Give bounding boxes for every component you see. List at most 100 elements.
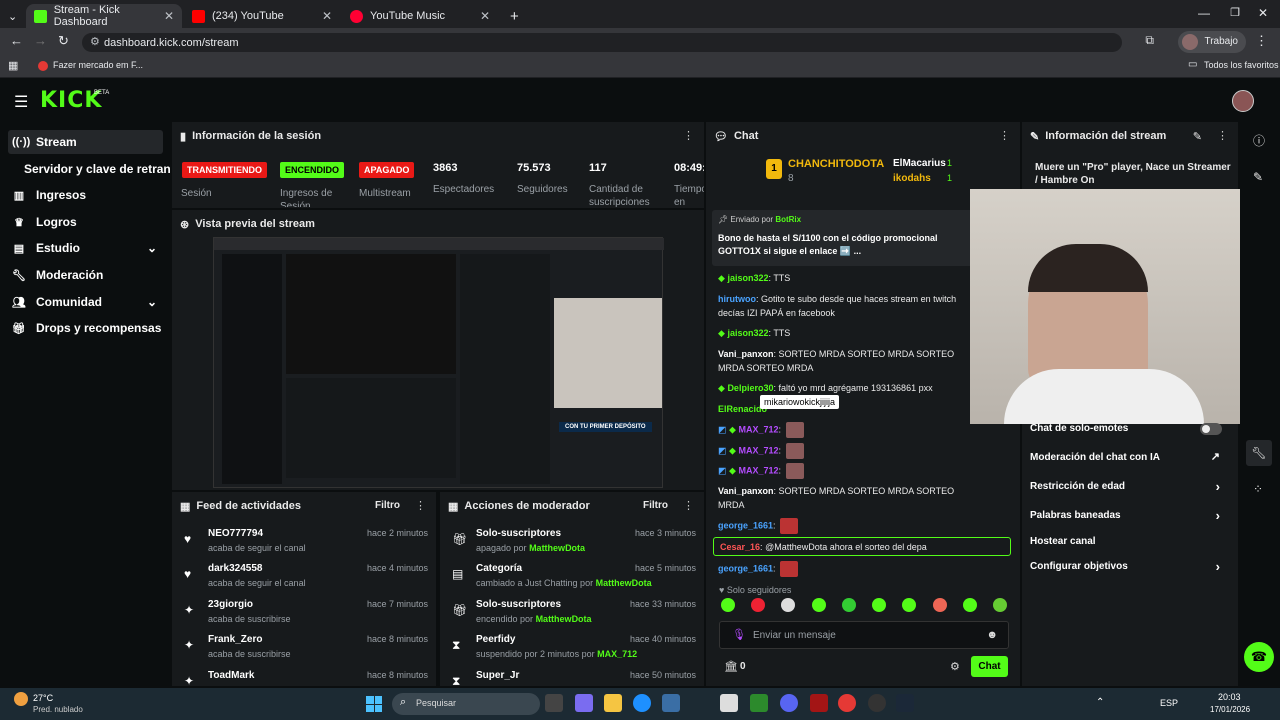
action-by[interactable]: MatthewDota: [529, 543, 585, 553]
sidebar-item-comunidad[interactable]: 👥︎ Comunidad ⌄: [8, 290, 163, 314]
send-chat-button[interactable]: Chat: [971, 656, 1008, 677]
menu-kebab-icon[interactable]: ⋮: [999, 129, 1010, 142]
chat-username[interactable]: Delpiero30: [727, 383, 773, 393]
user-avatar[interactable]: [1232, 90, 1254, 112]
pencil-icon[interactable]: ✎: [1253, 170, 1263, 184]
tab-kick-dashboard[interactable]: Stream - Kick Dashboard ✕: [26, 4, 182, 28]
reload-icon[interactable]: ↻: [58, 33, 69, 49]
back-icon[interactable]: ←: [10, 33, 23, 48]
setting-goals[interactable]: Configurar objetivos ›: [1030, 559, 1230, 574]
points-icon[interactable]: 🏛︎: [724, 660, 738, 673]
microphone-icon[interactable]: 🎙︎: [732, 628, 746, 641]
tab-youtube-music[interactable]: YouTube Music ✕: [342, 4, 498, 28]
url-bar[interactable]: ⚙ dashboard.kick.com/stream: [82, 33, 1122, 52]
apps-grid-icon[interactable]: ▦: [8, 59, 18, 72]
action-by[interactable]: MAX_712: [597, 649, 637, 659]
filter-button[interactable]: Filtro: [643, 500, 668, 511]
setting-age-restriction[interactable]: Restricción de edad ›: [1030, 479, 1230, 494]
chrome-icon[interactable]: [838, 694, 856, 712]
sidebar-item-estudio[interactable]: ▤ Estudio ⌄: [8, 236, 163, 260]
action-by[interactable]: MatthewDota: [536, 614, 592, 624]
activity-user[interactable]: NEO777794: [208, 528, 263, 539]
sidebar-item-ingresos[interactable]: ▥ Ingresos: [8, 183, 163, 207]
copilot-icon[interactable]: [575, 694, 593, 712]
toggle-switch[interactable]: [1200, 423, 1222, 435]
setting-host-channel[interactable]: Hostear canal: [1030, 536, 1230, 547]
apps-icon[interactable]: ⁘: [1253, 482, 1263, 496]
menu-kebab-icon[interactable]: ⋮: [1217, 129, 1228, 142]
chat-username[interactable]: george_1661: [718, 520, 773, 530]
stream-video-preview[interactable]: CON TU PRIMER DEPÓSITO: [213, 237, 664, 488]
filter-button[interactable]: Filtro: [375, 500, 400, 511]
sidebar-item-drops[interactable]: 🎁︎ Drops y recompensas: [8, 316, 163, 340]
clock-date[interactable]: 17/01/2026: [1210, 705, 1250, 714]
steam-icon[interactable]: [896, 694, 914, 712]
setting-ai-moderation[interactable]: Moderación del chat con IA ↗: [1030, 451, 1230, 463]
app-icon[interactable]: [750, 694, 768, 712]
emoji-icon[interactable]: ☻: [986, 629, 998, 641]
gifter-name[interactable]: ElMacarius: [893, 158, 946, 169]
extensions-icon[interactable]: ⧉: [1145, 33, 1154, 48]
menu-kebab-icon[interactable]: ⋮: [415, 499, 426, 512]
minimize-icon[interactable]: —: [1198, 6, 1210, 20]
forward-icon[interactable]: →: [34, 33, 47, 48]
hamburger-menu-icon[interactable]: ☰: [14, 92, 28, 112]
profile-button[interactable]: Trabajo: [1178, 31, 1246, 53]
discord-icon[interactable]: [780, 694, 798, 712]
activity-user[interactable]: Frank_Zero: [208, 634, 262, 645]
all-bookmarks[interactable]: Todos los favoritos: [1204, 60, 1279, 70]
activity-user[interactable]: ToadMark: [208, 670, 255, 681]
chat-username[interactable]: MAX_712: [738, 445, 778, 455]
edge-icon[interactable]: [633, 694, 651, 712]
sidebar-item-stream[interactable]: ((·)) Stream: [8, 130, 163, 154]
language-indicator[interactable]: ESP: [1160, 698, 1178, 708]
chat-username[interactable]: MAX_712: [738, 424, 778, 434]
tab-youtube[interactable]: (234) YouTube ✕: [184, 4, 340, 28]
sidebar-item-moderacion[interactable]: 🔧︎ Moderación: [8, 263, 163, 287]
emote-icon[interactable]: [872, 598, 887, 612]
info-icon[interactable]: ⓘ: [1253, 132, 1265, 149]
emote-icon[interactable]: [781, 598, 796, 612]
tray-chevron-icon[interactable]: ⌃: [1096, 697, 1104, 708]
app-icon[interactable]: [810, 694, 828, 712]
app-icon[interactable]: [720, 694, 738, 712]
chat-username[interactable]: Cesar_16: [720, 542, 760, 552]
store-icon[interactable]: [662, 694, 680, 712]
close-icon[interactable]: ✕: [164, 9, 174, 23]
settings-gear-icon[interactable]: ⚙: [950, 660, 960, 673]
chat-username[interactable]: Vani_panxon: [718, 349, 774, 359]
menu-kebab-icon[interactable]: ⋮: [683, 499, 694, 512]
sidebar-item-logros[interactable]: ♛ Logros: [8, 210, 163, 234]
file-explorer-icon[interactable]: [604, 694, 622, 712]
chat-username[interactable]: MAX_712: [738, 465, 778, 475]
gifter-name[interactable]: ikodahs: [893, 173, 931, 184]
activity-user[interactable]: 23giorgio: [208, 599, 253, 610]
chat-username[interactable]: george_1661: [718, 563, 773, 573]
menu-kebab-icon[interactable]: ⋮: [683, 129, 694, 142]
emote-icon[interactable]: [992, 598, 1007, 612]
taskbar-search[interactable]: ⌕ Pesquisar: [392, 693, 540, 715]
new-tab-button[interactable]: +: [502, 4, 522, 28]
chat-username[interactable]: Vani_panxon: [718, 486, 774, 496]
emote-icon[interactable]: [962, 598, 977, 612]
tab-search-icon[interactable]: ⌄: [0, 4, 24, 28]
menu-kebab-icon[interactable]: ⋮: [1255, 33, 1268, 49]
setting-banned-words[interactable]: Palabras baneadas ›: [1030, 508, 1230, 523]
activity-user[interactable]: dark324558: [208, 563, 263, 574]
chat-username[interactable]: hirutwoo: [718, 294, 756, 304]
emote-icon[interactable]: [902, 598, 917, 612]
pinned-message[interactable]: 📌︎ Enviado por BotRix Bono de hasta el S…: [712, 210, 974, 266]
bookmark-item[interactable]: Fazer mercado em F...: [53, 60, 143, 70]
sidebar-item-stream-key[interactable]: Servidor y clave de retransmisión: [24, 157, 170, 181]
clock-time[interactable]: 20:03: [1218, 692, 1241, 702]
chat-username[interactable]: jaison322: [727, 328, 768, 338]
close-icon[interactable]: ✕: [480, 9, 490, 23]
action-by[interactable]: MatthewDota: [596, 578, 652, 588]
emote-icon[interactable]: [721, 598, 735, 612]
close-window-icon[interactable]: ✕: [1258, 6, 1268, 20]
task-view-icon[interactable]: [545, 694, 563, 712]
wrench-icon[interactable]: 🔧︎: [1246, 440, 1272, 466]
maximize-icon[interactable]: ❐: [1230, 6, 1240, 19]
edit-pencil-icon[interactable]: ✎: [1193, 130, 1202, 143]
support-headset-icon[interactable]: ☎: [1244, 642, 1274, 672]
